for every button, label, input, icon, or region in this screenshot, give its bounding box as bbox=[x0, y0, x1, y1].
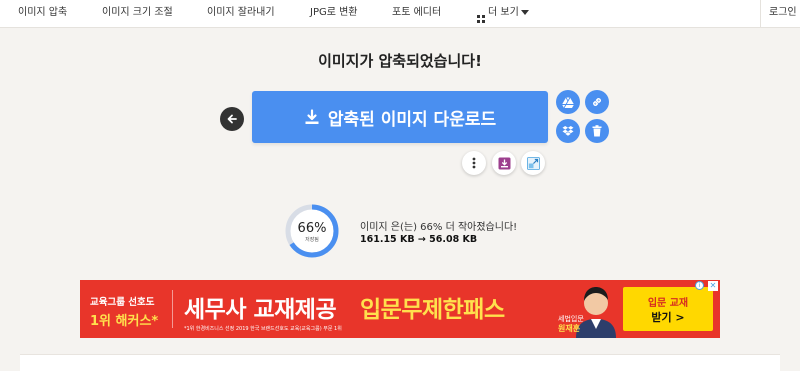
ad-name-line2: 원재훈 bbox=[558, 324, 581, 333]
nav-item-crop[interactable]: 이미지 잘라내기 bbox=[207, 0, 275, 28]
more-options-button[interactable] bbox=[462, 151, 486, 175]
result-message: 이미지 은(는) 66% 더 작아졌습니다! bbox=[360, 222, 518, 233]
copy-link-button[interactable] bbox=[585, 90, 609, 114]
ad-cta-line2: 받기 > bbox=[651, 310, 685, 324]
resize-image-button[interactable] bbox=[521, 151, 545, 175]
caret-down-icon bbox=[520, 9, 529, 15]
nav-item-resize[interactable]: 이미지 크기 조절 bbox=[102, 0, 173, 28]
resize-icon bbox=[526, 156, 540, 170]
back-button[interactable] bbox=[220, 107, 244, 131]
savings-label: 저장됨 bbox=[305, 237, 319, 243]
content-card bbox=[20, 354, 780, 371]
save-to-dropbox-button[interactable] bbox=[556, 119, 580, 143]
nav-item-convert-jpg[interactable]: JPG로 변환 bbox=[310, 0, 358, 28]
dropbox-icon bbox=[562, 125, 574, 137]
grid-icon bbox=[477, 8, 485, 23]
ad-divider bbox=[172, 290, 173, 328]
ad-fine-print: *1위 한경비즈니스 선정 2019 한국 브랜드선호도 교육(교육그룹) 부문… bbox=[184, 326, 342, 332]
save-button[interactable] bbox=[492, 151, 516, 175]
delete-button[interactable] bbox=[585, 119, 609, 143]
savings-percent: 66% bbox=[297, 221, 327, 236]
top-navigation: 이미지 압축 이미지 크기 조절 이미지 잘라내기 JPG로 변환 포토 에디터… bbox=[0, 0, 800, 28]
nav-item-photo-editor[interactable]: 포토 에디터 bbox=[392, 0, 441, 28]
ad-cta-line1: 입문 교재 bbox=[647, 297, 689, 309]
page-title: 이미지가 압축되었습니다! bbox=[318, 52, 482, 70]
more-vertical-icon bbox=[472, 157, 476, 169]
ad-info-icon[interactable]: i bbox=[695, 281, 704, 290]
ad-left-line1: 교육그룹 선호도 bbox=[90, 297, 155, 308]
trash-icon bbox=[592, 125, 602, 137]
login-button[interactable]: 로그인 bbox=[760, 0, 800, 28]
nav-item-compress[interactable]: 이미지 압축 bbox=[18, 0, 67, 28]
download-button-label: 압축된 이미지 다운로드 bbox=[327, 109, 497, 130]
arrow-left-icon bbox=[226, 113, 238, 125]
ad-headline-yellow: 입문무제한패스 bbox=[360, 297, 505, 323]
google-drive-icon bbox=[562, 96, 574, 108]
nav-more-label: 더 보기 bbox=[488, 7, 519, 18]
save-icon bbox=[498, 157, 511, 170]
nav-item-more[interactable]: 더 보기 bbox=[477, 0, 529, 28]
download-icon bbox=[304, 109, 320, 125]
save-to-google-drive-button[interactable] bbox=[556, 90, 580, 114]
ad-headline-white: 세무사 교재제공 bbox=[184, 297, 337, 323]
download-button[interactable]: 압축된 이미지 다운로드 bbox=[252, 91, 548, 143]
ad-close-icon[interactable]: ✕ bbox=[708, 281, 718, 291]
link-icon bbox=[591, 96, 603, 108]
ad-cta-button[interactable]: 입문 교재 받기 > bbox=[623, 287, 713, 331]
ad-banner[interactable]: 교육그룹 선호도 1위 해커스* 세무사 교재제공 입문무제한패스 *1위 한경… bbox=[80, 280, 720, 338]
result-file-sizes: 161.15 KB → 56.08 KB bbox=[360, 234, 478, 245]
ad-left-line2: 1위 해커스* bbox=[90, 314, 159, 329]
